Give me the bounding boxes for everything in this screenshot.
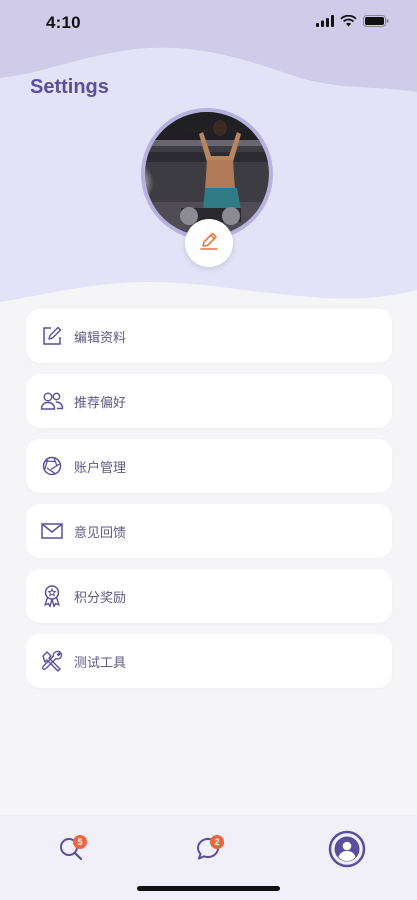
tab-messages[interactable]: 2 (186, 829, 230, 873)
status-icons (316, 14, 389, 32)
user-circle-icon (328, 830, 366, 873)
status-bar: 4:10 (0, 0, 417, 46)
edit-avatar-button[interactable] (185, 219, 233, 267)
home-indicator (137, 886, 280, 891)
menu-item-label: 账户管理 (74, 459, 127, 475)
menu-item-label: 意见回馈 (74, 524, 127, 540)
menu-item-account[interactable]: 账户管理 (26, 439, 392, 493)
menu-item-rewards[interactable]: 积分奖励 (26, 569, 392, 623)
menu-item-preferences[interactable]: 推荐偏好 (26, 374, 392, 428)
settings-menu: 编辑资料 推荐偏好 账户管理 意见回馈 积分奖励 测试工具 (26, 309, 392, 699)
edit-square-icon (40, 324, 64, 348)
signal-icon (316, 14, 334, 32)
award-icon (40, 584, 64, 608)
menu-item-label: 积分奖励 (74, 589, 127, 605)
chat-badge: 2 (210, 835, 224, 849)
wifi-icon (340, 14, 357, 32)
users-icon (40, 389, 64, 413)
status-time: 4:10 (46, 13, 81, 32)
pencil-icon (198, 230, 220, 257)
menu-item-edit-profile[interactable]: 编辑资料 (26, 309, 392, 363)
menu-item-label: 测试工具 (74, 654, 127, 670)
menu-item-label: 编辑资料 (74, 329, 127, 345)
menu-item-feedback[interactable]: 意见回馈 (26, 504, 392, 558)
aperture-icon (40, 454, 64, 478)
battery-icon (363, 14, 389, 32)
menu-item-test-tools[interactable]: 测试工具 (26, 634, 392, 688)
page-title: Settings (30, 76, 109, 98)
tools-icon (40, 649, 64, 673)
mail-icon (40, 519, 64, 543)
menu-item-label: 推荐偏好 (74, 394, 127, 410)
search-badge: 5 (73, 835, 87, 849)
tab-search[interactable]: 5 (49, 829, 93, 873)
avatar-photo (145, 112, 269, 236)
tab-profile[interactable] (325, 829, 369, 873)
